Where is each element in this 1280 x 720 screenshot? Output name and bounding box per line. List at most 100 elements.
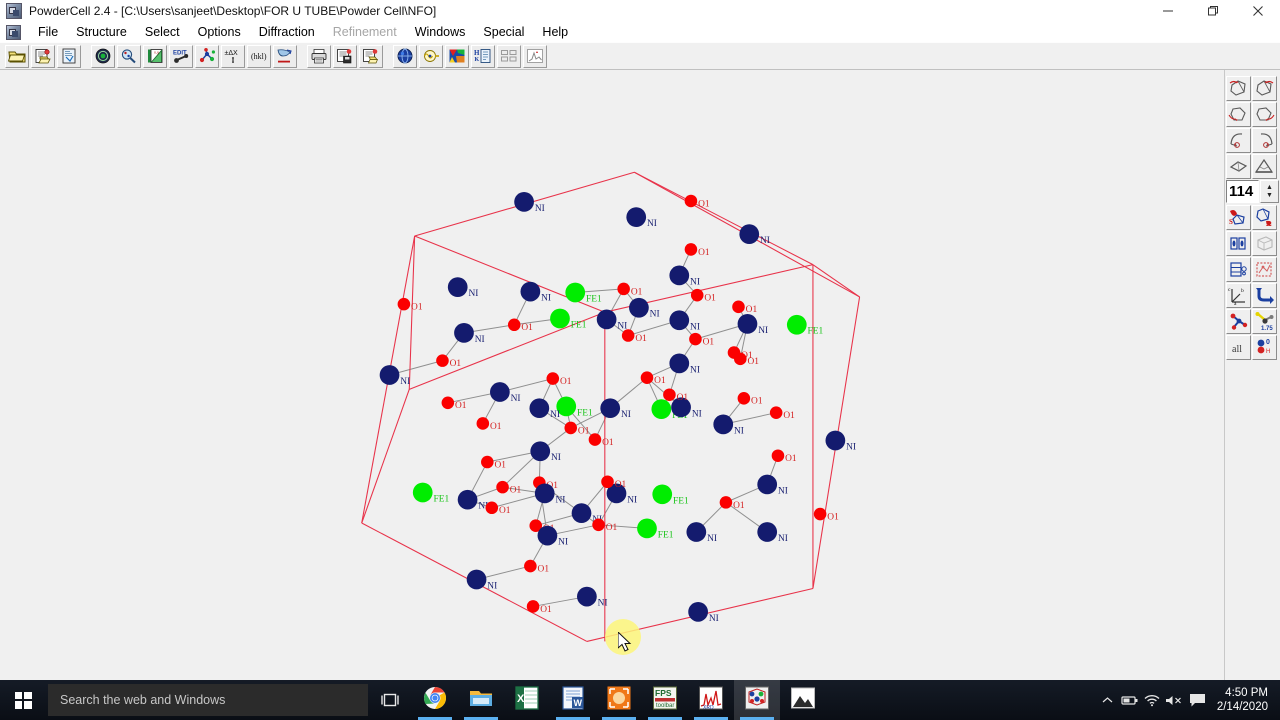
svg-text:XRD: XRD — [703, 705, 714, 711]
export-image-icon[interactable] — [359, 44, 383, 68]
rotate-right-icon[interactable] — [1252, 102, 1277, 127]
taskbar-word[interactable]: W — [550, 680, 596, 720]
perspective-view-icon[interactable] — [1252, 154, 1277, 179]
svg-text:O1: O1 — [635, 334, 647, 344]
save-image-icon[interactable] — [333, 44, 357, 68]
wavelength-icon[interactable] — [419, 44, 443, 68]
cell-outline-icon[interactable] — [1252, 257, 1277, 282]
rotate-structure-left-icon[interactable]: S — [1226, 205, 1251, 230]
tilt-right-icon[interactable] — [1252, 128, 1277, 153]
svg-text:W: W — [574, 698, 583, 708]
sphere-atom-icon[interactable] — [91, 44, 115, 68]
rotation-step-field[interactable]: 114 — [1226, 180, 1259, 203]
tilt-left-icon[interactable] — [1226, 128, 1251, 153]
svg-text:NI: NI — [550, 410, 560, 420]
svg-text:O1: O1 — [783, 411, 795, 421]
axes-icon[interactable]: cba — [1226, 283, 1251, 308]
taskbar-fps-toolbar[interactable]: FPS toolbar — [642, 680, 688, 720]
menu-item-file[interactable]: File — [29, 22, 67, 42]
taskbar-photos[interactable] — [780, 680, 826, 720]
rotation-step-spinner[interactable]: ▲ ▼ — [1260, 180, 1279, 203]
spinner-down-arrow[interactable]: ▼ — [1266, 192, 1273, 200]
all-atoms-button[interactable]: all — [1226, 335, 1251, 360]
wifi-icon[interactable] — [1141, 680, 1163, 720]
taskbar-origin[interactable] — [596, 680, 642, 720]
atom-bonds-icon[interactable] — [1226, 309, 1251, 334]
taskbar-powdercell[interactable] — [734, 680, 780, 720]
open-file-icon[interactable] — [5, 44, 29, 68]
menu-item-help[interactable]: Help — [533, 22, 577, 42]
svg-text:FPS: FPS — [655, 688, 672, 698]
rotate-structure-right-icon[interactable]: Ω — [1252, 205, 1277, 230]
delta-x-icon[interactable]: ±ΔX — [221, 44, 245, 68]
clock-time: 4:50 PM — [1225, 687, 1268, 699]
show-hidden-icons-chevron[interactable] — [1097, 680, 1119, 720]
bond-tool-icon[interactable] — [195, 44, 219, 68]
color-palette-icon[interactable] — [445, 44, 469, 68]
svg-text:O1: O1 — [494, 460, 506, 470]
action-center-icon[interactable] — [1185, 680, 1211, 720]
list-view-icon[interactable] — [497, 44, 521, 68]
rotate-down-icon[interactable] — [1252, 76, 1277, 101]
svg-text:NI: NI — [778, 486, 788, 496]
svg-text:FE1: FE1 — [577, 408, 593, 418]
import-structure-icon[interactable] — [31, 44, 55, 68]
new-document-icon[interactable] — [57, 44, 81, 68]
pattern-compare-icon[interactable]: ▬▬ — [273, 44, 297, 68]
edit-structure-icon[interactable]: EDIT — [169, 44, 193, 68]
bond-length-icon[interactable]: 1.75 — [1252, 309, 1277, 334]
task-view-button[interactable] — [368, 680, 412, 720]
stereo-pair-icon[interactable] — [1226, 231, 1251, 256]
taskbar-xrd-plot[interactable]: XRD — [688, 680, 734, 720]
taskbar-excel[interactable]: X — [504, 680, 550, 720]
menu-item-structure[interactable]: Structure — [67, 22, 136, 42]
task-view-icon — [381, 693, 399, 707]
spinner-up-arrow[interactable]: ▲ — [1266, 184, 1273, 192]
battery-icon[interactable] — [1119, 680, 1141, 720]
svg-text:x,y: x,y — [154, 50, 159, 55]
powdercell-document-icon[interactable] — [6, 24, 21, 40]
undo-rotation-icon[interactable] — [1252, 283, 1277, 308]
rotate-up-icon[interactable] — [1226, 76, 1251, 101]
svg-text:NI: NI — [551, 453, 561, 463]
start-button[interactable] — [0, 680, 46, 720]
projection-icon[interactable] — [1226, 257, 1251, 282]
wireframe-cell-icon[interactable] — [1252, 231, 1277, 256]
print-icon[interactable] — [307, 44, 331, 68]
menu-item-special[interactable]: Special — [474, 22, 533, 42]
svg-text:c: c — [1228, 287, 1231, 293]
hkl-list-icon[interactable]: HK — [471, 44, 495, 68]
taskbar-chrome[interactable] — [412, 680, 458, 720]
atom-labels-icon[interactable]: 0H — [1252, 335, 1277, 360]
menu-item-select[interactable]: Select — [136, 22, 189, 42]
profile-plot-icon[interactable]: ▴ — [523, 44, 547, 68]
chrome-icon — [422, 685, 448, 716]
svg-text:b: b — [1241, 288, 1244, 294]
close-button[interactable] — [1235, 0, 1280, 22]
rotation-step-control[interactable]: 114 ▲ ▼ — [1226, 180, 1280, 204]
svg-text:X: X — [517, 693, 525, 705]
taskbar-clock[interactable]: 4:50 PM 2/14/2020 — [1211, 686, 1272, 714]
rotate-left-icon[interactable] — [1226, 102, 1251, 127]
menu-item-options[interactable]: Options — [189, 22, 250, 42]
menu-item-diffraction[interactable]: Diffraction — [250, 22, 324, 42]
taskbar-search-input[interactable]: Search the web and Windows — [48, 684, 368, 716]
window-controls — [1145, 0, 1280, 22]
hkl-reflections-icon[interactable]: (hkl) — [247, 44, 271, 68]
view-tools-panel: 114 ▲ ▼ S Ωc b a 1.75 all 0 H — [1224, 70, 1280, 680]
menu-item-windows[interactable]: Windows — [406, 22, 475, 42]
globe-icon[interactable] — [393, 44, 417, 68]
search-structure-icon[interactable] — [117, 44, 141, 68]
word-icon: W — [560, 685, 586, 716]
volume-muted-icon[interactable] — [1163, 680, 1185, 720]
svg-text:S: S — [1229, 218, 1233, 226]
xy-plot-icon[interactable]: x,y — [143, 44, 167, 68]
taskbar-file-explorer[interactable] — [458, 680, 504, 720]
maximize-button[interactable] — [1190, 0, 1235, 22]
structure-viewport[interactable]: NI NI O1 NI O1 NI NI FE1 NI O1 O1 O1 O1 FE1 NI NI NI NI FE… — [0, 70, 1224, 680]
svg-text:O1: O1 — [578, 426, 590, 436]
flatten-view-icon[interactable] — [1226, 154, 1251, 179]
svg-text:NI: NI — [598, 599, 608, 609]
minimize-button[interactable] — [1145, 0, 1190, 22]
svg-text:O1: O1 — [654, 376, 666, 386]
